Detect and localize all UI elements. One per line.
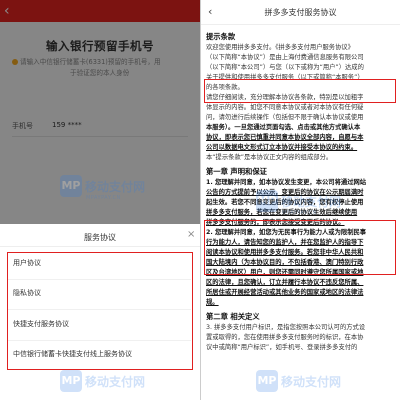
- agreement-item-quickpay[interactable]: 快捷支付服务协议: [13, 319, 69, 329]
- bank-phone-screen: ‹ 输入银行预留手机号 请输入中信银行储蓄卡(6331)预留的手机号，用 于验证…: [0, 0, 200, 400]
- divider: [0, 246, 200, 247]
- highlight-box: [204, 79, 396, 103]
- watermark-logo: MP: [60, 370, 82, 392]
- divider: [8, 279, 191, 280]
- agreement-item-privacy[interactable]: 隐私协议: [13, 288, 41, 298]
- watermark-logo: MP: [256, 370, 278, 392]
- divider: [8, 340, 191, 341]
- watermark: MP 移动支付网 MPAYPAY.CN: [60, 175, 145, 201]
- section-heading: 第一章 声明和保证: [206, 167, 267, 176]
- close-icon[interactable]: ×: [187, 229, 195, 240]
- section-heading: 第二章 相关定义: [206, 312, 260, 321]
- divider: [8, 309, 191, 310]
- section-heading: 提示条款: [206, 32, 236, 41]
- watermark: MP 移动支付网: [60, 370, 145, 392]
- watermark: MP 移动支付网 MPAYPAY.CN: [256, 190, 341, 216]
- divider: [201, 24, 400, 25]
- sheet-title: 服务协议: [84, 233, 116, 242]
- agreement-list-highlight: 用户协议 隐私协议 快捷支付服务协议 中信银行储蓄卡快捷支付线上服务协议: [7, 252, 193, 370]
- agreement-screen: ‹ 拼多多支付服务协议 提示条款 欢迎您使用拼多多支付。《拼多多支付用户服务协议…: [201, 0, 400, 400]
- watermark-logo: MP: [60, 175, 82, 197]
- page-title: 拼多多支付服务协议: [264, 8, 337, 17]
- watermark-logo: MP: [256, 190, 278, 212]
- highlight-box: [204, 220, 396, 275]
- agreement-item-user[interactable]: 用户协议: [13, 258, 41, 268]
- watermark: MP 移动支付网: [256, 370, 341, 392]
- agreement-item-citic-quickpay[interactable]: 中信银行储蓄卡快捷支付线上服务协议: [13, 349, 132, 359]
